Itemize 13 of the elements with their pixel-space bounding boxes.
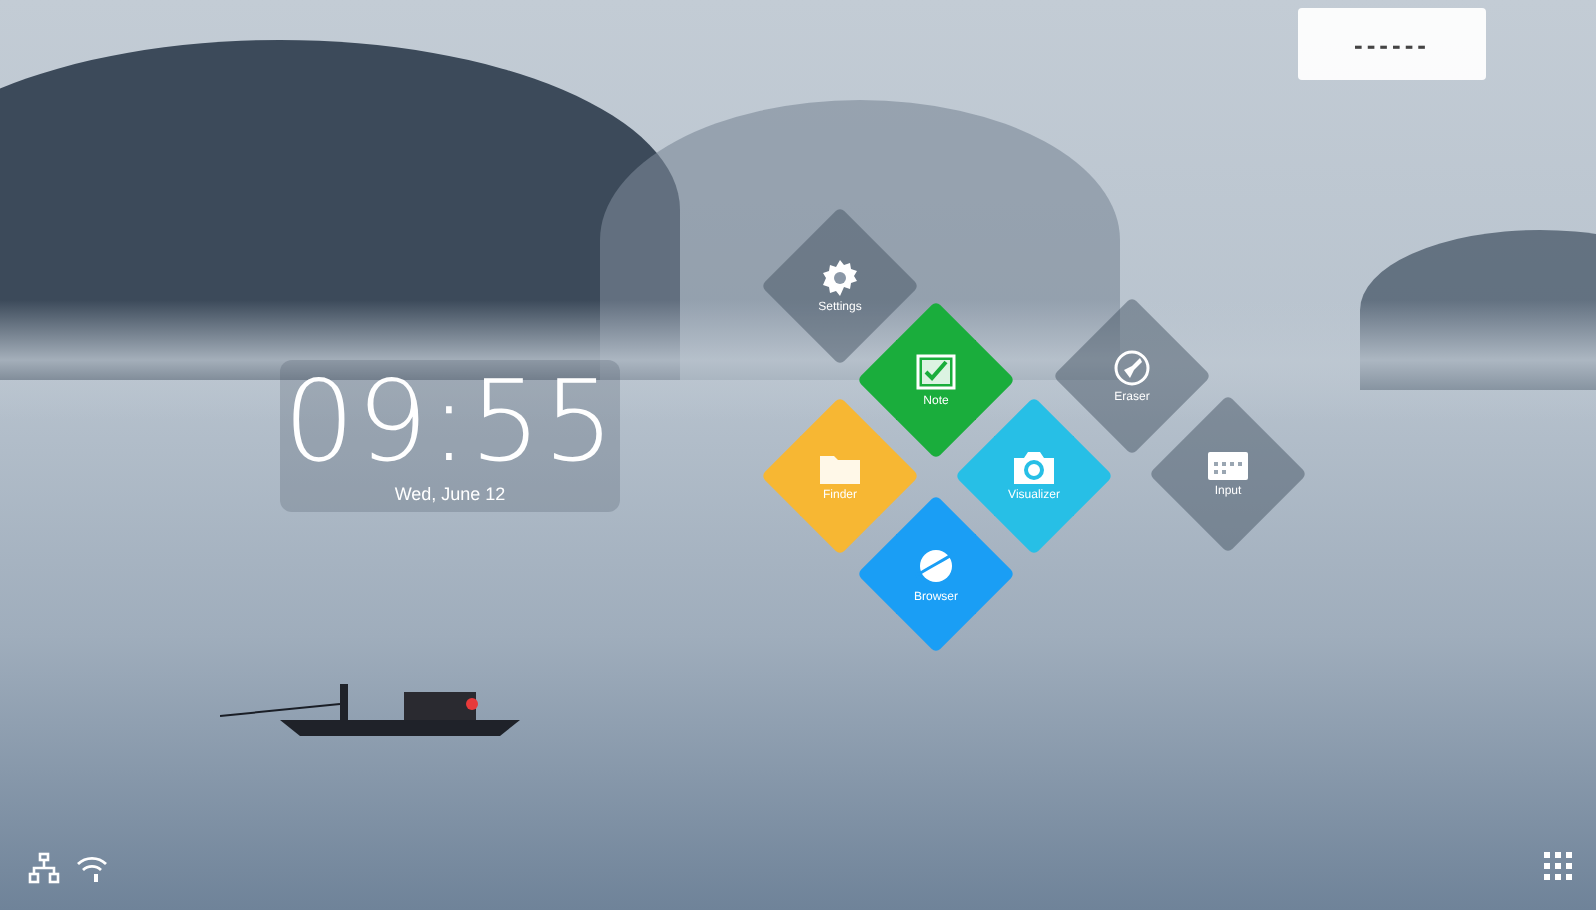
- clock-date: Wed, June 12: [394, 484, 506, 504]
- network-icon[interactable]: [28, 852, 60, 884]
- note-check-icon: [916, 353, 956, 389]
- settings-icon: [822, 259, 858, 295]
- clock-time: 09:55: [283, 364, 617, 484]
- top-card[interactable]: ------: [1298, 8, 1486, 80]
- planet-icon: [914, 545, 958, 585]
- folder-icon: [820, 451, 860, 483]
- app-grid-icon[interactable]: [1544, 852, 1572, 880]
- wifi-icon[interactable]: [76, 854, 108, 882]
- brush-icon: [1114, 349, 1150, 385]
- camera-icon: [1014, 451, 1054, 483]
- keyboard-icon: [1208, 451, 1248, 479]
